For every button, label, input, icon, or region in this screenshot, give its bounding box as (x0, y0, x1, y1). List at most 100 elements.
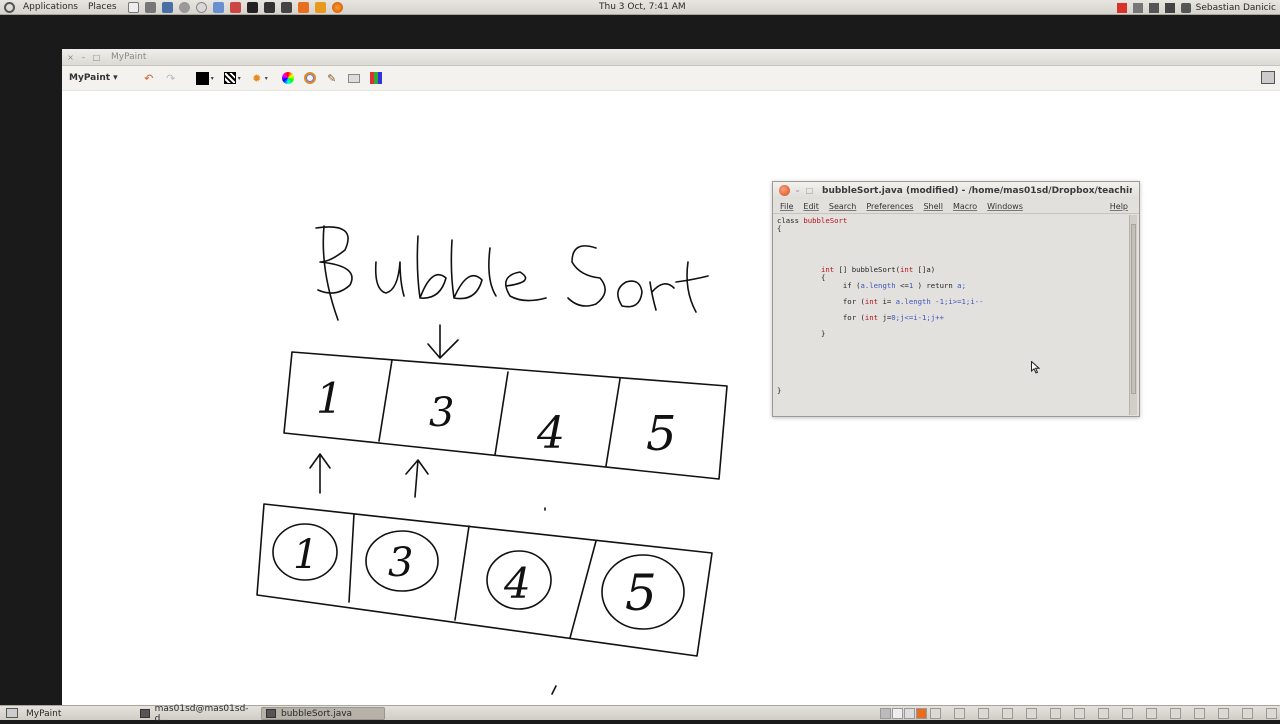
workspace-17[interactable] (1218, 708, 1229, 719)
menu-preferences[interactable]: Preferences (866, 202, 913, 211)
places-menu[interactable]: Places (83, 2, 122, 12)
workspace-3[interactable] (904, 708, 915, 719)
keyboard-icon[interactable] (1132, 2, 1143, 13)
editor-scrollbar[interactable] (1129, 215, 1137, 415)
settings-dropdown-icon[interactable]: ▾ (265, 75, 268, 82)
maximize-icon[interactable]: □ (805, 186, 814, 195)
workspace-10[interactable] (1050, 708, 1061, 719)
minimize-icon[interactable]: – (793, 186, 802, 195)
brush-pattern-icon[interactable] (223, 71, 237, 85)
scrollbar-thumb[interactable] (1131, 224, 1136, 394)
applications-menu[interactable]: Applications (18, 2, 83, 12)
menu-file[interactable]: File (780, 202, 793, 211)
archive-launcher-icon[interactable] (314, 1, 326, 13)
workspace-5[interactable] (930, 708, 941, 719)
brush-dropdown-icon[interactable]: ▾ (238, 75, 241, 82)
clock[interactable]: Thu 3 Oct, 7:41 AM (599, 2, 686, 12)
minimize-icon[interactable]: – (79, 53, 88, 62)
bottom-panel: MyPaint mas01sd@mas01sd-d... bubbleSort.… (0, 704, 1280, 724)
task-terminal[interactable]: mas01sd@mas01sd-d... (136, 704, 258, 724)
editor-menubar: File Edit Search Preferences Shell Macro… (773, 199, 1139, 214)
files-launcher-icon[interactable] (161, 1, 173, 13)
code-keyword: int (864, 313, 879, 323)
terminal-icon (140, 709, 150, 718)
menu-windows[interactable]: Windows (987, 202, 1023, 211)
workspace-8[interactable] (1002, 708, 1013, 719)
color-dropdown-icon[interactable]: ▾ (211, 75, 214, 82)
messaging-icon[interactable] (1180, 2, 1191, 13)
printer-launcher-icon[interactable] (144, 1, 156, 13)
paint-launcher-icon[interactable] (229, 1, 241, 13)
workspace-14[interactable] (1146, 708, 1157, 719)
bottom-cell-4: 5 (625, 564, 657, 622)
editor-titlebar[interactable]: – □ bubbleSort.java (modified) - /home/m… (773, 182, 1139, 199)
workspace-18[interactable] (1242, 708, 1253, 719)
top-cell-2: 3 (429, 390, 454, 436)
fullscreen-icon[interactable] (1261, 71, 1275, 84)
editor-window: – □ bubbleSort.java (modified) - /home/m… (772, 181, 1140, 417)
menu-search[interactable]: Search (829, 202, 856, 211)
top-panel: Applications Places Thu 3 Oct, 7:41 AM S… (0, 0, 1280, 15)
task-label: MyPaint (26, 708, 62, 719)
workspace-13[interactable] (1122, 708, 1133, 719)
user-name[interactable]: Sebastian Danicic (1196, 3, 1276, 13)
red-indicator-icon[interactable] (1116, 2, 1127, 13)
color-wheel-icon[interactable] (281, 71, 295, 85)
code-brace: { (820, 272, 826, 282)
workspace-16[interactable] (1194, 708, 1205, 719)
scratchpad-icon[interactable] (369, 71, 383, 85)
ubuntu-logo-icon[interactable] (4, 1, 15, 13)
monitor-launcher-icon[interactable] (263, 1, 275, 13)
workspace-6[interactable] (954, 708, 965, 719)
code-keyword: int (864, 296, 879, 306)
workspace-11[interactable] (1074, 708, 1085, 719)
color-swatch-icon[interactable] (196, 71, 210, 85)
code-text: [] bubbleSort( (834, 264, 901, 274)
bluetooth-icon[interactable] (1148, 2, 1159, 13)
code-text: j= (878, 313, 892, 323)
workspace-1[interactable] (880, 708, 891, 719)
browser-launcher-icon[interactable] (195, 1, 207, 13)
console-launcher-icon[interactable] (280, 1, 292, 13)
menu-help[interactable]: Help (1110, 202, 1128, 211)
network-icon[interactable] (1164, 2, 1175, 13)
workspace-9[interactable] (1026, 708, 1037, 719)
menu-macro[interactable]: Macro (953, 202, 977, 211)
workspace-12[interactable] (1098, 708, 1109, 719)
settings-launcher-icon[interactable] (178, 1, 190, 13)
layers-icon[interactable] (347, 71, 361, 85)
undo-icon[interactable]: ↶ (142, 71, 156, 85)
text-editor-launcher-icon[interactable] (127, 1, 139, 13)
workspace-2[interactable] (892, 708, 903, 719)
mypaint-toolbar: MyPaint ▾ ↶ ↷ ▾ ▾ ✹ ▾ ✎ (62, 66, 1280, 91)
bottom-cell-1: 1 (293, 532, 318, 578)
class-name: bubbleSort (803, 216, 848, 225)
workspace-switcher[interactable] (880, 706, 1280, 721)
brush-icon[interactable]: ✎ (325, 71, 339, 85)
task-editor[interactable]: bubbleSort.java (261, 707, 385, 720)
terminal-launcher-icon[interactable] (246, 1, 258, 13)
task-mypaint[interactable]: MyPaint (22, 707, 132, 720)
color-ring-icon[interactable] (303, 71, 317, 85)
menu-edit[interactable]: Edit (803, 202, 819, 211)
mypaint-titlebar[interactable]: × – □ MyPaint (62, 49, 1280, 66)
maximize-icon[interactable]: □ (92, 53, 101, 62)
workspace-15[interactable] (1170, 708, 1181, 719)
mypaint-app-menu[interactable]: MyPaint ▾ (69, 73, 118, 83)
arrow-down (427, 324, 459, 359)
code-var: a.length -1;i>=1;i-- (895, 296, 984, 306)
workspace-7[interactable] (978, 708, 989, 719)
code-text: ) return (913, 280, 958, 290)
software-center-launcher-icon[interactable] (297, 1, 309, 13)
workspace-4[interactable] (916, 708, 927, 719)
brush-settings-icon[interactable]: ✹ (250, 71, 264, 85)
firefox-launcher-icon[interactable] (331, 1, 343, 13)
image-viewer-launcher-icon[interactable] (212, 1, 224, 13)
show-desktop-icon[interactable] (6, 708, 18, 718)
menu-shell[interactable]: Shell (923, 202, 943, 211)
code-text-area[interactable]: class bubbleSort { int [] bubbleSort(int… (775, 215, 1131, 415)
close-icon[interactable] (779, 185, 790, 196)
workspace-19[interactable] (1266, 708, 1277, 719)
close-icon[interactable]: × (66, 53, 75, 62)
redo-icon[interactable]: ↷ (164, 71, 178, 85)
